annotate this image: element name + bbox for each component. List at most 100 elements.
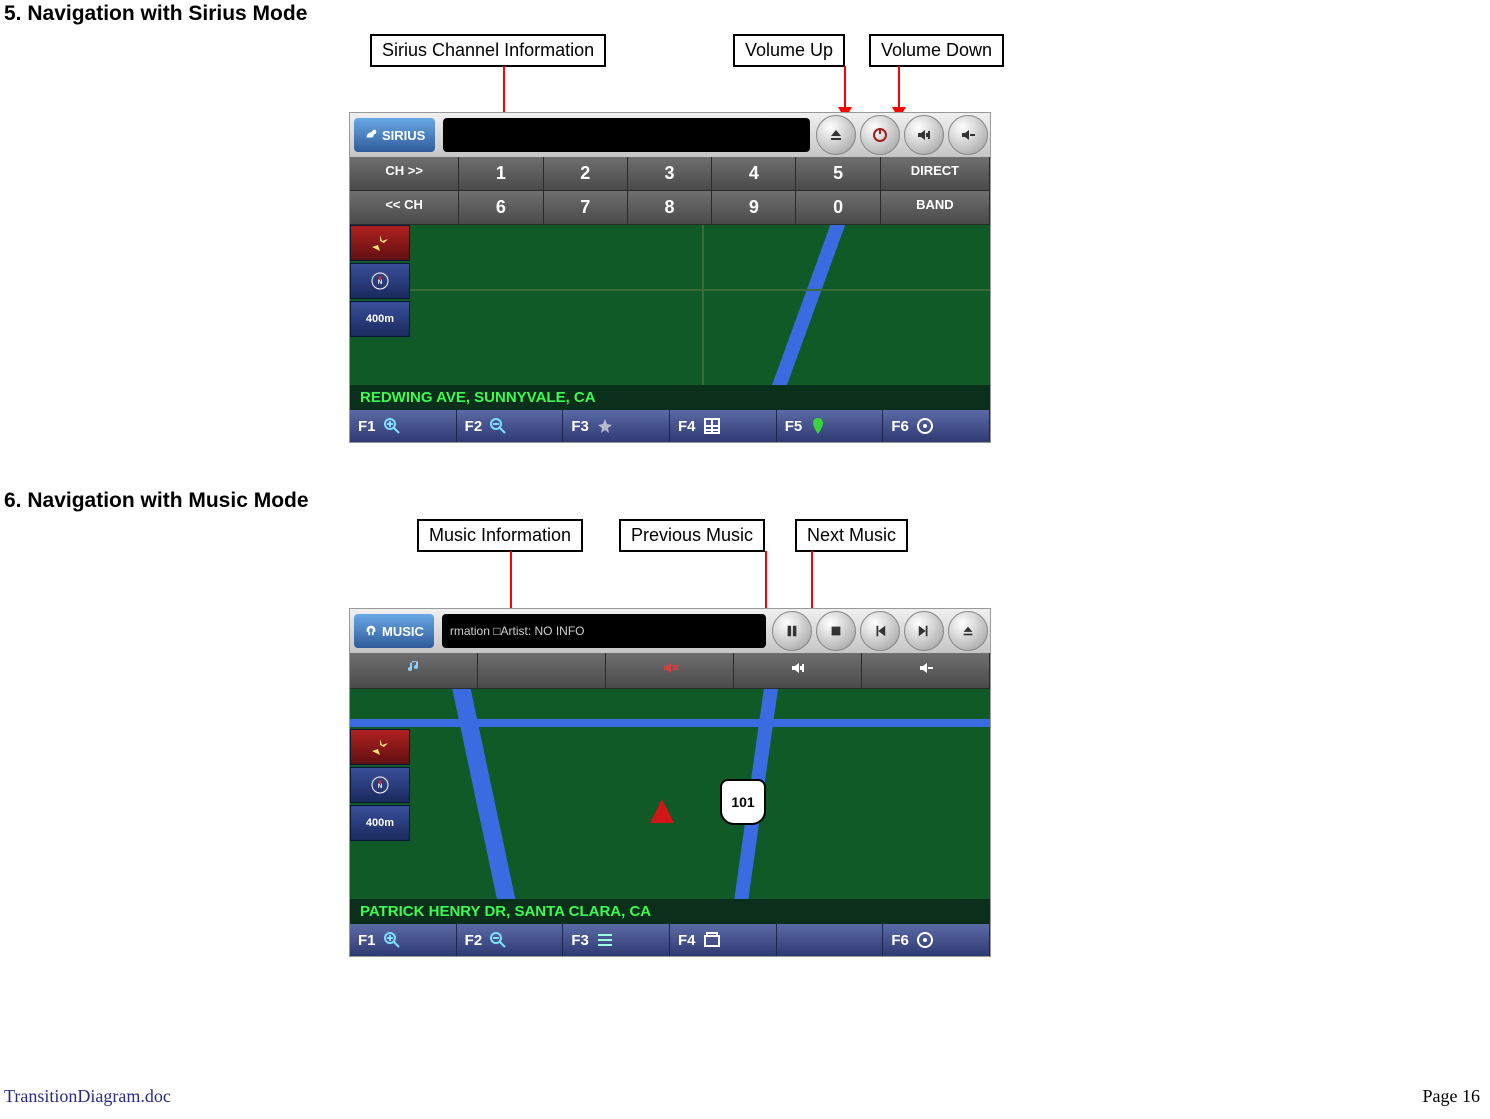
f4-label: F4 bbox=[678, 418, 696, 435]
music-map-tools: N 400m bbox=[350, 729, 410, 841]
svg-text:N: N bbox=[378, 280, 382, 286]
key-1[interactable]: 1 bbox=[459, 157, 543, 191]
scale-indicator[interactable]: 400m bbox=[350, 805, 410, 841]
section-heading-sirius: 5. Navigation with Sirius Mode bbox=[4, 2, 307, 26]
sirius-map-tools: N 400m bbox=[350, 225, 410, 337]
channel-next-button[interactable]: CH >> bbox=[350, 157, 459, 191]
arrow-volume-down bbox=[898, 66, 900, 118]
gps-status-icon[interactable] bbox=[350, 729, 410, 765]
key-7[interactable]: 7 bbox=[544, 191, 628, 225]
device-sirius: SIRIUS CH >> 1 2 3 4 5 DIRECT << CH 6 7 … bbox=[349, 112, 991, 443]
f6-target[interactable]: F6 bbox=[883, 410, 990, 442]
map-gridline bbox=[350, 289, 990, 291]
callout-volume-up: Volume Up bbox=[733, 34, 845, 67]
sirius-mode-badge[interactable]: SIRIUS bbox=[354, 118, 435, 152]
map-gridline bbox=[702, 225, 704, 385]
next-track-button[interactable] bbox=[904, 611, 944, 651]
f2-label: F2 bbox=[465, 418, 483, 435]
volume-up-button[interactable] bbox=[904, 115, 944, 155]
music-mode-badge[interactable]: MUSIC bbox=[354, 614, 434, 648]
f2-zoom-out[interactable]: F2 bbox=[457, 410, 564, 442]
f1-zoom-in[interactable]: F1 bbox=[350, 924, 457, 956]
f3-menu[interactable]: F3 bbox=[563, 924, 670, 956]
sirius-street-name: REDWING AVE, SUNNYVALE, CA bbox=[350, 385, 990, 410]
power-button[interactable] bbox=[860, 115, 900, 155]
arrow-volume-up bbox=[844, 66, 846, 118]
stop-button[interactable] bbox=[816, 611, 856, 651]
f6-label: F6 bbox=[891, 418, 909, 435]
f6-label: F6 bbox=[891, 932, 909, 949]
sirius-topbar: SIRIUS bbox=[350, 113, 990, 157]
callout-previous-music: Previous Music bbox=[619, 519, 765, 552]
sirius-map[interactable]: N 400m bbox=[350, 225, 990, 385]
music-function-keys: F1 F2 F3 F4 F6 bbox=[350, 924, 990, 956]
band-button[interactable]: BAND bbox=[881, 191, 990, 225]
device-music: MUSIC rmation □Artist: NO INFO 101 N bbox=[349, 608, 991, 957]
mute-button[interactable] bbox=[606, 653, 734, 689]
compass-icon[interactable]: N bbox=[350, 263, 410, 299]
music-secondary-bar bbox=[350, 653, 990, 689]
pause-button[interactable] bbox=[772, 611, 812, 651]
f1-label: F1 bbox=[358, 932, 376, 949]
highway-shield: 101 bbox=[720, 779, 766, 825]
key-6[interactable]: 6 bbox=[459, 191, 543, 225]
current-position-icon bbox=[650, 799, 674, 823]
f3-label: F3 bbox=[571, 418, 589, 435]
f2-label: F2 bbox=[465, 932, 483, 949]
map-road bbox=[350, 719, 990, 727]
callout-music-info: Music Information bbox=[417, 519, 583, 552]
callout-volume-down: Volume Down bbox=[869, 34, 1004, 67]
scale-indicator[interactable]: 400m bbox=[350, 301, 410, 337]
key-9[interactable]: 9 bbox=[712, 191, 796, 225]
key-0[interactable]: 0 bbox=[796, 191, 880, 225]
f4-label: F4 bbox=[678, 932, 696, 949]
f4-button[interactable]: F4 bbox=[670, 410, 777, 442]
svg-text:N: N bbox=[378, 784, 382, 790]
f2-zoom-out[interactable]: F2 bbox=[457, 924, 564, 956]
key-4[interactable]: 4 bbox=[712, 157, 796, 191]
key-5[interactable]: 5 bbox=[796, 157, 880, 191]
gps-status-icon[interactable] bbox=[350, 225, 410, 261]
sirius-keypad: CH >> 1 2 3 4 5 DIRECT << CH 6 7 8 9 0 B… bbox=[350, 157, 990, 225]
sirius-keypad-row-1: CH >> 1 2 3 4 5 DIRECT bbox=[350, 157, 990, 191]
key-3[interactable]: 3 bbox=[628, 157, 712, 191]
key-8[interactable]: 8 bbox=[628, 191, 712, 225]
sirius-keypad-row-2: << CH 6 7 8 9 0 BAND bbox=[350, 191, 990, 225]
eject-button[interactable] bbox=[816, 115, 856, 155]
f1-label: F1 bbox=[358, 418, 376, 435]
callout-sirius-channel-info: Sirius Channel Information bbox=[370, 34, 606, 67]
f5-label: F5 bbox=[785, 418, 803, 435]
sirius-function-keys: F1 F2 F3 F4 F5 F6 bbox=[350, 410, 990, 442]
music-mode-label: MUSIC bbox=[382, 624, 424, 639]
f3-button[interactable]: F3 bbox=[563, 410, 670, 442]
eject-button[interactable] bbox=[948, 611, 988, 651]
f3-label: F3 bbox=[571, 932, 589, 949]
channel-prev-button[interactable]: << CH bbox=[350, 191, 459, 225]
volume-up-button[interactable] bbox=[734, 653, 862, 689]
page-number: Page 16 bbox=[1423, 1086, 1481, 1107]
f6-target[interactable]: F6 bbox=[883, 924, 990, 956]
music-map[interactable]: 101 N 400m bbox=[350, 689, 990, 899]
headphones-icon bbox=[364, 623, 378, 640]
previous-track-button[interactable] bbox=[860, 611, 900, 651]
music-street-name: PATRICK HENRY DR, SANTA CLARA, CA bbox=[350, 899, 990, 924]
f5-empty[interactable] bbox=[777, 924, 884, 956]
sirius-mode-label: SIRIUS bbox=[382, 128, 425, 143]
f5-pin[interactable]: F5 bbox=[777, 410, 884, 442]
callout-next-music: Next Music bbox=[795, 519, 908, 552]
compass-icon[interactable]: N bbox=[350, 767, 410, 803]
key-2[interactable]: 2 bbox=[544, 157, 628, 191]
map-road bbox=[761, 225, 849, 385]
f1-zoom-in[interactable]: F1 bbox=[350, 410, 457, 442]
music-topbar: MUSIC rmation □Artist: NO INFO bbox=[350, 609, 990, 653]
section-heading-music: 6. Navigation with Music Mode bbox=[4, 489, 309, 513]
doc-filename: TransitionDiagram.doc bbox=[4, 1086, 171, 1107]
f4-button[interactable]: F4 bbox=[670, 924, 777, 956]
sirius-info-display bbox=[443, 118, 810, 152]
volume-down-button[interactable] bbox=[948, 115, 988, 155]
volume-down-button[interactable] bbox=[862, 653, 990, 689]
blank-button[interactable] bbox=[478, 653, 606, 689]
direct-button[interactable]: DIRECT bbox=[881, 157, 990, 191]
music-note-button[interactable] bbox=[350, 653, 478, 689]
music-info-display: rmation □Artist: NO INFO bbox=[442, 614, 766, 648]
